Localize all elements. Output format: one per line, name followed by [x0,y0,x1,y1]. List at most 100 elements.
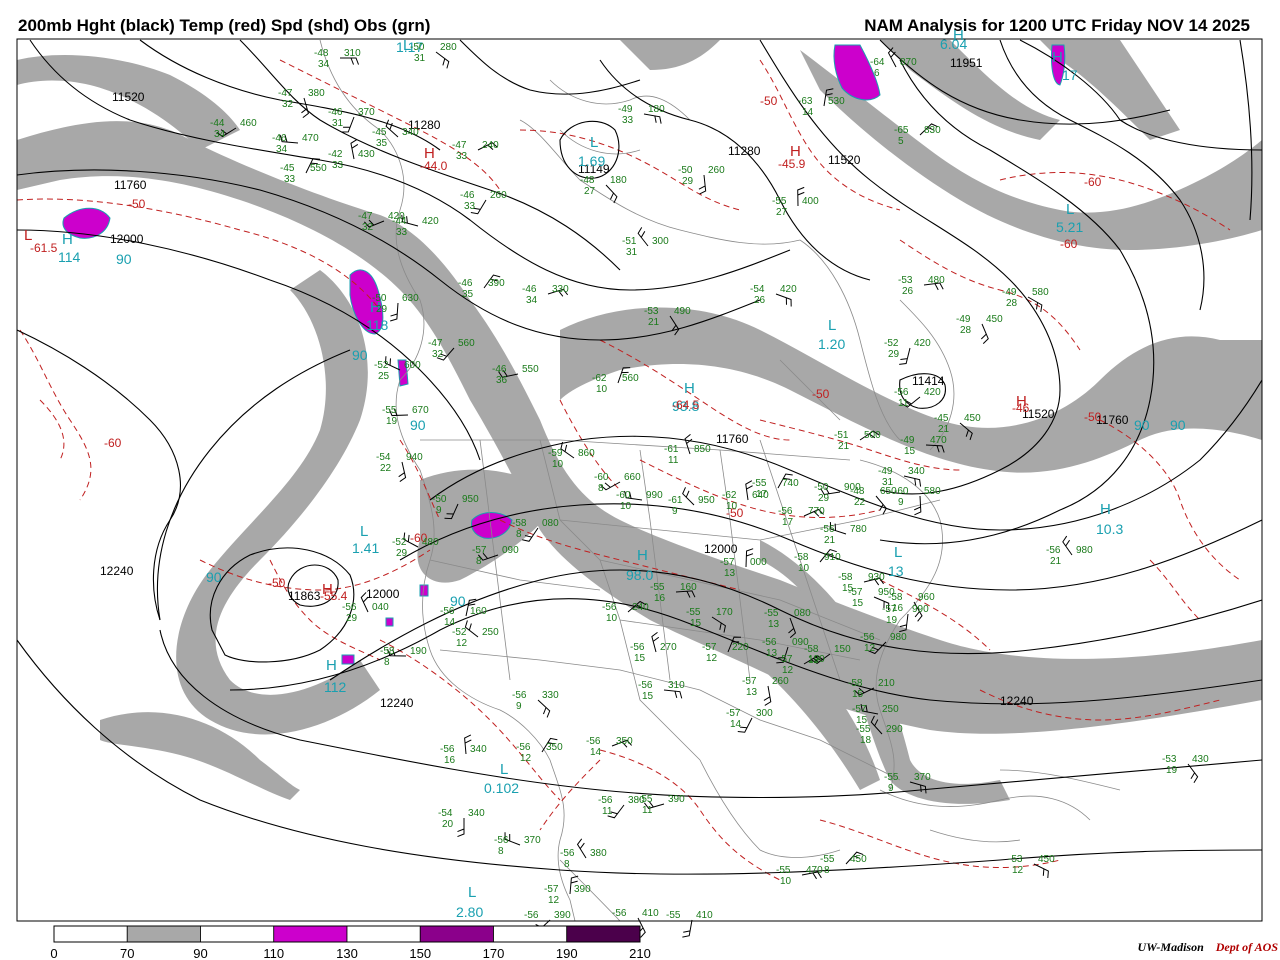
obs-height: 240 [632,602,649,613]
obs-dewpoint-depression: 14 [802,107,814,118]
obs-temperature: -56 [612,908,627,919]
colorbar-tick-label: 0 [50,946,57,960]
obs-dewpoint-depression: 8 [824,865,830,876]
station-plot: -56 340 16 [440,734,487,766]
obs-dewpoint-depression: 21 [938,424,950,435]
station-plot: -56 310 15 [638,680,685,702]
obs-dewpoint-depression: 33 [396,227,408,238]
obs-height: 380 [590,848,607,859]
colorbar-tick-label: 150 [409,946,431,960]
obs-temperature: -47 [452,140,467,151]
obs-height: 370 [524,835,541,846]
obs-height: 420 [924,387,941,398]
center-letter: H [684,380,695,397]
obs-dewpoint-depression: 33 [464,201,476,212]
obs-height: 210 [878,678,895,689]
temp-label: -60 [1084,175,1102,189]
height-label: 11760 [114,178,147,192]
station-plot: -60 990 10 [616,490,663,512]
obs-temperature: -57 [742,676,757,687]
station-plot: -57 300 14 [726,708,773,733]
obs-dewpoint-depression: 9 [516,701,522,712]
obs-height: 430 [1192,754,1209,765]
obs-temperature: -46 [458,278,473,289]
obs-temperature: -56 [1046,545,1061,556]
obs-height: 560 [458,338,475,349]
obs-temperature: -60 [894,486,909,497]
wind-barb [398,461,407,482]
obs-dewpoint-depression: 12 [864,643,876,654]
obs-dewpoint-depression: 18 [860,735,872,746]
obs-height: 420 [780,284,797,295]
station-plot: -56 350 14 [586,736,633,758]
obs-temperature: -51 [834,430,849,441]
obs-temperature: -50 [814,482,829,493]
center-letter: H [1052,49,1063,66]
obs-dewpoint-depression: 8 [516,529,522,540]
obs-dewpoint-depression: 33 [622,115,634,126]
obs-temperature: -49 [878,466,893,477]
obs-temperature: -55 [764,608,779,619]
obs-height: 980 [890,632,907,643]
obs-temperature: -47 [428,338,443,349]
obs-temperature: -55 [820,854,835,865]
height-label: 12240 [100,564,134,578]
obs-temperature: -56 [586,736,601,747]
wind-barb [903,475,922,487]
obs-height: 310 [344,48,361,59]
obs-temperature: -56 [762,637,777,648]
obs-temperature: -52 [884,338,899,349]
obs-dewpoint-depression: 22 [380,463,392,474]
center-value: 5.21 [1056,219,1083,235]
obs-height: 950 [462,494,479,505]
obs-dewpoint-depression: 34 [276,144,288,155]
obs-temperature: -60 [594,472,609,483]
obs-dewpoint-depression: 26 [902,286,914,297]
station-plot: -56 780 21 [820,522,867,546]
obs-dewpoint-depression: 11 [642,805,653,816]
obs-temperature: -52 [392,537,407,548]
obs-height: 170 [716,607,733,618]
center-letter: L [468,884,476,901]
station-plot: -59 860 10 [548,441,595,470]
station-plot: -46 330 34 [522,284,569,306]
obs-height: 600 [404,360,421,371]
obs-height: 350 [616,736,633,747]
temp-center-value: -61.5 [30,241,58,255]
station-plot: -53 430 19 [1162,754,1209,783]
obs-dewpoint-depression: 29 [888,349,900,360]
station-plot: -50 260 29 [678,165,725,195]
station-plot: -56 350 12 [516,737,563,764]
obs-temperature: -56 [512,690,527,701]
wind-barb [1033,863,1049,879]
station-plot: -48 180 27 [580,175,627,204]
station-plot: -55 400 27 [772,186,819,218]
wind-barb [775,293,792,307]
obs-height: 470 [930,435,947,446]
temp-label: -50 [128,197,146,211]
obs-height: 830 [924,125,941,136]
obs-temperature: -49 [956,314,971,325]
speed-label: 90 [352,347,368,363]
obs-dewpoint-depression: 26 [754,295,766,306]
obs-dewpoint-depression: 13 [766,648,778,659]
temp-label: -50 [760,94,778,108]
wind-barb [457,818,465,838]
obs-dewpoint-depression: 9 [672,506,678,517]
obs-temperature: -56 [598,795,613,806]
wind-barb [1062,535,1073,556]
height-label: 12000 [110,232,144,246]
temp-label: -50 [268,576,286,590]
colorbar-segment [200,925,275,943]
obs-temperature: -56 [630,642,645,653]
speed-label: 90 [206,569,222,585]
station-plot: -52 420 29 [884,338,931,365]
obs-dewpoint-depression: 12 [456,638,468,649]
colorbar-segment [126,925,201,943]
obs-height: 480 [928,275,945,286]
obs-height: 450 [964,413,981,424]
colorbar-tick-label: 210 [629,946,651,960]
center-value: 10.3 [1096,521,1123,537]
center-value: 114 [58,249,81,265]
obs-temperature: -56 [638,680,653,691]
